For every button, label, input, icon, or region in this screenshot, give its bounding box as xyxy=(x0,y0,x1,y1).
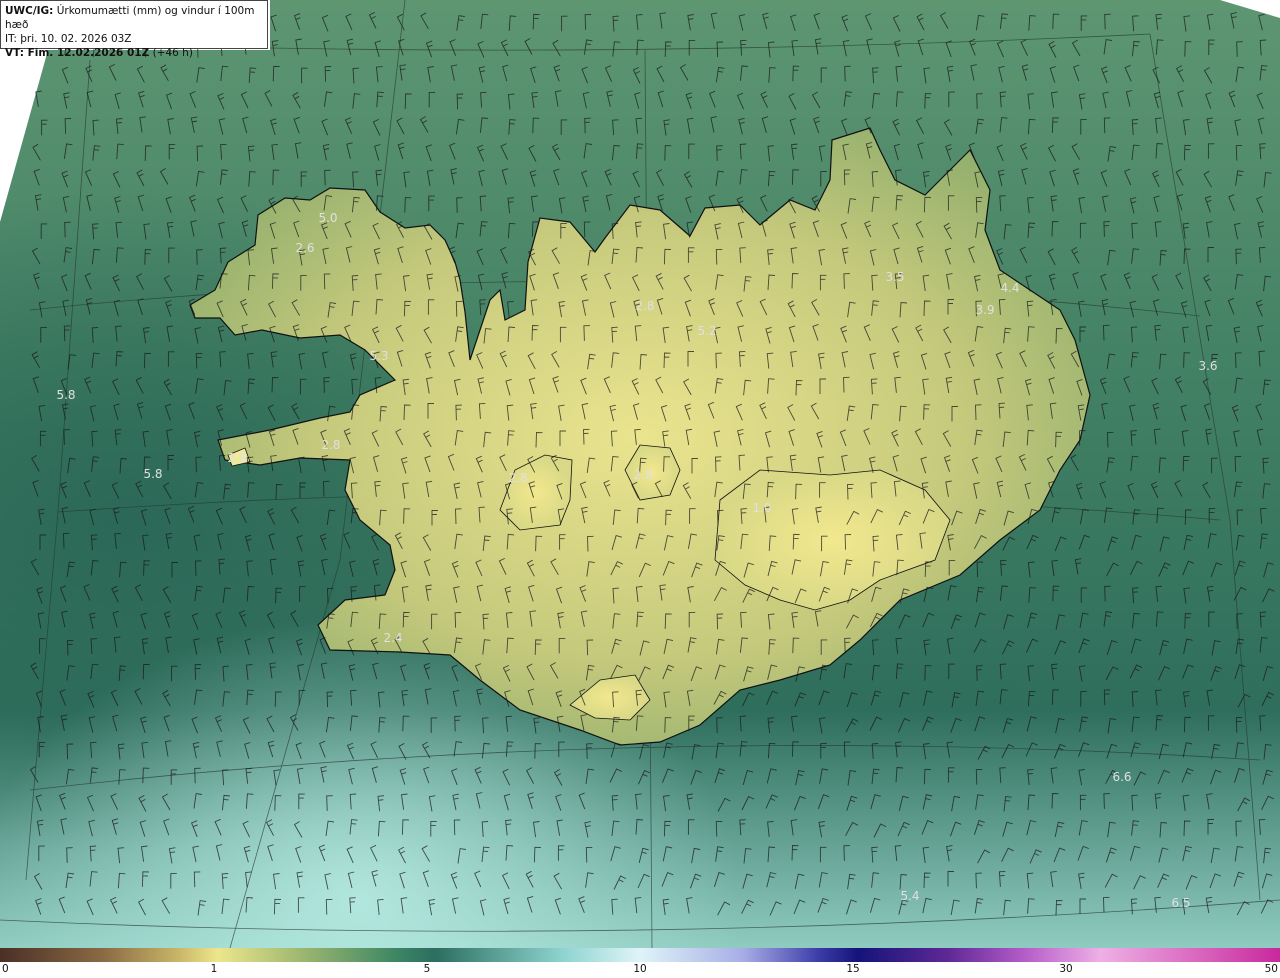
lead-time: (+46 h) xyxy=(152,47,193,59)
valid-time-line: VT: Fim. 12.02.2026 01Z (+46 h) xyxy=(5,46,263,60)
value-label: 5.3 xyxy=(369,349,389,363)
header-title-line: UWC/IG: Úrkomumætti (mm) og vindur í 100… xyxy=(5,4,263,32)
value-label: 1.0 xyxy=(752,501,772,515)
value-label: 5.0 xyxy=(318,211,338,225)
value-label: 3.6 xyxy=(1198,359,1218,373)
colorbar-tick: 15 xyxy=(846,963,860,975)
value-label: 6.6 xyxy=(1112,770,1132,784)
value-label: 2.8 xyxy=(321,438,341,452)
colorbar-tick: 50 xyxy=(1264,963,1278,975)
value-label: 5.4 xyxy=(900,889,920,903)
forecast-map: UWC/IG: Úrkomumætti (mm) og vindur í 100… xyxy=(0,0,1280,978)
value-label: 2.4 xyxy=(383,631,403,645)
valid-time: VT: Fim. 12.02.2026 01Z xyxy=(5,47,150,59)
value-label: 5.2 xyxy=(697,324,717,338)
map-header: UWC/IG: Úrkomumætti (mm) og vindur í 100… xyxy=(0,0,268,59)
colorbar xyxy=(0,948,1280,962)
model-name: UWC/IG: xyxy=(5,5,54,17)
value-label: 2.6 xyxy=(295,241,315,255)
value-label: 2.8 xyxy=(633,468,653,482)
value-label: 2.8 xyxy=(227,451,247,465)
colorbar-gradient xyxy=(0,948,1280,962)
value-label: 3.9 xyxy=(975,303,995,317)
colorbar-tick: 1 xyxy=(210,963,218,975)
value-label: 2.8 xyxy=(635,299,655,313)
colorbar-tick: 0 xyxy=(2,963,9,975)
value-label: 5.8 xyxy=(143,467,163,481)
value-label: 3.5 xyxy=(885,270,905,284)
colorbar-tick: 30 xyxy=(1059,963,1073,975)
value-label: 6.5 xyxy=(1171,896,1191,910)
colorbar-tick: 10 xyxy=(633,963,647,975)
colorbar-tick: 5 xyxy=(423,963,431,975)
value-label: 2.8 xyxy=(508,471,528,485)
value-label: 4.4 xyxy=(1000,281,1020,295)
value-label: 5.8 xyxy=(56,388,76,402)
init-time: IT: þri. 10. 02. 2026 03Z xyxy=(5,33,132,45)
